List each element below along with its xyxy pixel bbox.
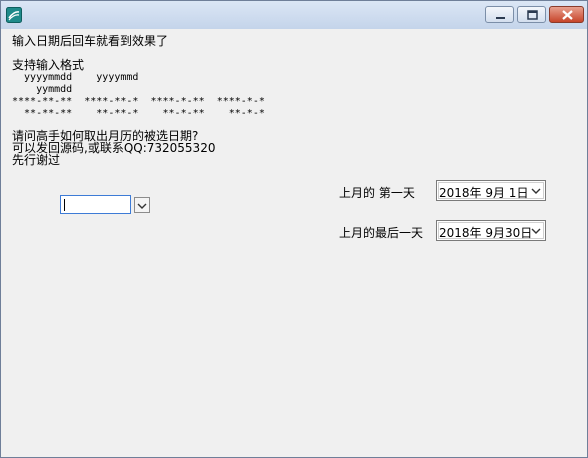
format-line-4: **-**-** **-**-* **-*-** **-*-* bbox=[12, 108, 265, 119]
format-line-3: ****-**-** ****-**-* ****-*-** ****-*-* bbox=[12, 96, 265, 107]
text-caret bbox=[64, 199, 65, 211]
instruction-text: 输入日期后回车就看到效果了 bbox=[12, 34, 169, 48]
maximize-button[interactable] bbox=[517, 6, 546, 23]
formats-title: 支持输入格式 bbox=[12, 58, 85, 72]
last-day-label: 上月的最后一天 bbox=[339, 226, 424, 240]
chevron-down-icon[interactable] bbox=[530, 225, 542, 237]
format-line-2: yymmdd bbox=[12, 84, 73, 95]
date-dropdown-button[interactable] bbox=[134, 197, 150, 213]
thanks-text: 先行谢过 bbox=[12, 153, 61, 167]
close-button[interactable] bbox=[549, 6, 584, 23]
first-day-value: 2018年 9月 1日 bbox=[439, 186, 529, 200]
app-icon bbox=[6, 7, 22, 23]
close-icon bbox=[562, 10, 573, 20]
first-day-picker[interactable]: 2018年 9月 1日 bbox=[436, 180, 546, 201]
minimize-icon bbox=[496, 17, 505, 19]
last-day-picker[interactable]: 2018年 9月30日 bbox=[436, 220, 546, 241]
chevron-down-icon[interactable] bbox=[530, 185, 542, 197]
minimize-button[interactable] bbox=[485, 6, 514, 23]
date-input[interactable] bbox=[60, 195, 131, 214]
maximize-icon bbox=[527, 10, 538, 20]
format-line-1: yyyymmdd yyyymmd bbox=[12, 72, 139, 83]
client-area: 输入日期后回车就看到效果了 支持输入格式 yyyymmdd yyyymmd yy… bbox=[9, 30, 581, 451]
title-bar[interactable] bbox=[1, 1, 587, 29]
date-combo[interactable] bbox=[60, 195, 150, 214]
main-window: 输入日期后回车就看到效果了 支持输入格式 yyyymmdd yyyymmd yy… bbox=[0, 0, 588, 458]
last-day-value: 2018年 9月30日 bbox=[439, 226, 533, 240]
first-day-label: 上月的 第一天 bbox=[339, 186, 415, 200]
chevron-down-icon bbox=[137, 203, 147, 209]
